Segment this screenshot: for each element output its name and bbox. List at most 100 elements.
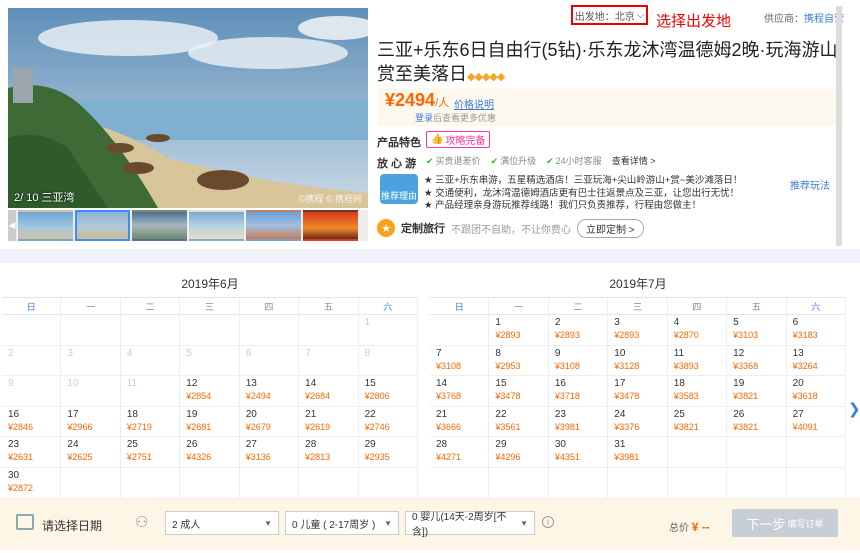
- day-number: 24: [614, 408, 626, 420]
- price-value: ¥2494: [385, 90, 436, 110]
- thumbs-prev-arrow[interactable]: ◀: [8, 210, 16, 241]
- calendar-day[interactable]: 23 ¥3981: [548, 406, 609, 438]
- departure-hint: 选择出发地: [656, 13, 732, 30]
- calendar-empty-cell: [120, 467, 181, 499]
- calendar-day[interactable]: 18 ¥2719: [120, 406, 181, 438]
- next-step-button[interactable]: 下一步 填写订单: [732, 509, 838, 537]
- thumbnail-strip: ◀: [8, 210, 368, 241]
- recommend-play-link[interactable]: 推荐玩法: [790, 177, 830, 192]
- day-number: 20: [245, 408, 257, 420]
- calendar-day[interactable]: 22 ¥2746: [358, 406, 418, 438]
- login-link[interactable]: 登录: [415, 113, 433, 123]
- calendar-day[interactable]: 15 ¥2806: [358, 376, 418, 407]
- calendar-day[interactable]: 20 ¥3618: [786, 376, 846, 407]
- custom-travel-desc: 不跟团不自助，不让你费心: [451, 224, 571, 236]
- day-price: ¥2893: [614, 330, 640, 340]
- adults-select[interactable]: 2 成人 ▼: [165, 511, 279, 535]
- relax-details-link[interactable]: 查看详情 >: [612, 154, 656, 167]
- calendar-day[interactable]: 14 ¥3768: [430, 376, 490, 407]
- calendar-day[interactable]: 16 ¥2846: [2, 406, 62, 438]
- calendar-day[interactable]: 28 ¥4271: [430, 437, 490, 468]
- calendar-day[interactable]: 5 ¥3103: [727, 315, 787, 346]
- calendar-day[interactable]: 4 ¥2870: [667, 315, 728, 346]
- thumbnail[interactable]: [303, 210, 358, 241]
- price-unit: /人: [435, 97, 450, 109]
- next-month-arrow-icon[interactable]: ❯: [848, 400, 860, 418]
- day-number: 31: [614, 439, 626, 451]
- relax-items: ✔ 买贵退差价 ✔ 满位升级 ✔ 24小时客服 查看详情 >: [426, 154, 655, 167]
- departure-select[interactable]: 出发地：北京 ⌵: [571, 5, 648, 25]
- calendar-day[interactable]: 13 ¥3264: [786, 345, 846, 377]
- adults-value: 2 成人: [172, 519, 201, 531]
- calendar-day[interactable]: 6 ¥3183: [786, 315, 846, 346]
- calendar-day[interactable]: 12 ¥2854: [180, 376, 240, 407]
- thumbnail[interactable]: [132, 210, 187, 241]
- day-number: 2: [8, 347, 14, 359]
- thumbnail-active[interactable]: [75, 210, 130, 241]
- calendar-day[interactable]: 15 ¥3478: [489, 376, 549, 407]
- calendar-day[interactable]: 12 ¥3368: [727, 345, 787, 377]
- calendar-day: 11: [120, 376, 181, 407]
- info-icon[interactable]: i: [542, 516, 554, 528]
- calendar-day[interactable]: 14 ¥2684: [299, 376, 359, 407]
- day-price: ¥3128: [614, 360, 640, 371]
- calendar-day[interactable]: 13 ¥2494: [239, 376, 300, 407]
- day-number: 22: [364, 408, 376, 420]
- photo-watermark: ©携程 © 携程网: [298, 194, 362, 204]
- day-price: ¥2806: [364, 391, 390, 402]
- calendar-day[interactable]: 9 ¥3108: [548, 345, 609, 377]
- calendar-day[interactable]: 8 ¥2953: [489, 345, 549, 377]
- date-picker[interactable]: 请选择日期: [42, 517, 102, 534]
- thumbnail[interactable]: [189, 210, 244, 241]
- thumbnail[interactable]: [246, 210, 301, 241]
- calendar-day[interactable]: 11 ¥3893: [667, 345, 728, 377]
- calendar-day[interactable]: 21 ¥2619: [299, 406, 359, 438]
- info-scrollbar[interactable]: [836, 6, 842, 246]
- calendar-day[interactable]: 20 ¥2679: [239, 406, 300, 438]
- calendar-day[interactable]: 21 ¥3666: [430, 406, 490, 438]
- calendar-day[interactable]: 25 ¥2751: [120, 437, 181, 468]
- calendar-day[interactable]: 30 ¥2872: [2, 467, 62, 499]
- main-photo[interactable]: 2/ 10 三亚湾 ©携程 © 携程网: [8, 8, 368, 208]
- thumbs-up-icon: 👍: [431, 134, 444, 145]
- calendar-day[interactable]: 19 ¥3821: [727, 376, 787, 407]
- calendar-day[interactable]: 16 ¥3718: [548, 376, 609, 407]
- calendar-day[interactable]: 26 ¥4326: [180, 437, 240, 468]
- day-price: ¥3108: [436, 360, 462, 371]
- day-number: 8: [495, 347, 501, 359]
- custom-travel-button[interactable]: 立即定制 >: [577, 218, 644, 238]
- calendar-day[interactable]: 18 ¥3583: [667, 376, 728, 407]
- calendar-day[interactable]: 25 ¥3821: [667, 406, 728, 438]
- calendar-day[interactable]: 30 ¥4351: [548, 437, 609, 468]
- calendar-day[interactable]: 22 ¥3561: [489, 406, 549, 438]
- day-price: ¥2953: [495, 360, 521, 371]
- calendar-day[interactable]: 29 ¥4296: [489, 437, 549, 468]
- day-number: 30: [554, 439, 566, 451]
- calendar-day[interactable]: 24 ¥2625: [61, 437, 121, 468]
- feature-tag[interactable]: 👍 攻略完备: [426, 131, 491, 148]
- thumbnail[interactable]: [18, 210, 73, 241]
- calendar-day[interactable]: 27 ¥3136: [239, 437, 300, 468]
- infants-select[interactable]: 0 婴儿(14天-2周岁[不含]) ▼: [405, 511, 535, 538]
- calendar-day[interactable]: 3 ¥2893: [608, 315, 668, 346]
- calendar-day[interactable]: 2 ¥2893: [548, 315, 609, 346]
- calendar-day[interactable]: 31 ¥3981: [608, 437, 668, 468]
- calendar-day[interactable]: 1 ¥2893: [489, 315, 549, 346]
- calendar-day[interactable]: 27 ¥4091: [786, 406, 846, 438]
- weekday-header: 三: [608, 298, 668, 315]
- price-note-link[interactable]: 价格说明: [454, 96, 494, 111]
- calendar-day[interactable]: 19 ¥2681: [180, 406, 240, 438]
- next-step-label: 下一步: [746, 516, 786, 532]
- day-price: ¥2619: [305, 421, 331, 432]
- calendar-day[interactable]: 10 ¥3128: [608, 345, 668, 377]
- calendar-day[interactable]: 17 ¥2966: [61, 406, 121, 438]
- calendar-day[interactable]: 26 ¥3821: [727, 406, 787, 438]
- calendar-day[interactable]: 24 ¥3376: [608, 406, 668, 438]
- calendar-day[interactable]: 7 ¥3108: [430, 345, 490, 377]
- children-select[interactable]: 0 儿童 ( 2-17周岁 ) ▼: [285, 511, 399, 535]
- calendar-day[interactable]: 17 ¥3478: [608, 376, 668, 407]
- calendar-day[interactable]: 29 ¥2935: [358, 437, 418, 468]
- calendar-empty-cell: [727, 467, 787, 499]
- calendar-day[interactable]: 28 ¥2813: [299, 437, 359, 468]
- calendar-day[interactable]: 23 ¥2631: [2, 437, 62, 468]
